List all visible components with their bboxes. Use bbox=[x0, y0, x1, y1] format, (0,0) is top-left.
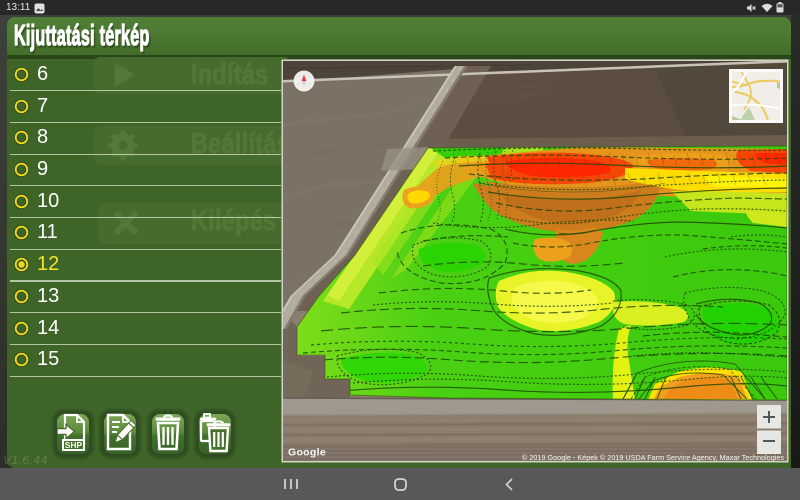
svg-text:SHP: SHP bbox=[64, 440, 82, 450]
svg-text:© 2019 Google - Képek © 2019 U: © 2019 Google - Képek © 2019 USDA Farm S… bbox=[522, 454, 785, 461]
svg-text:Google: Google bbox=[288, 447, 326, 459]
